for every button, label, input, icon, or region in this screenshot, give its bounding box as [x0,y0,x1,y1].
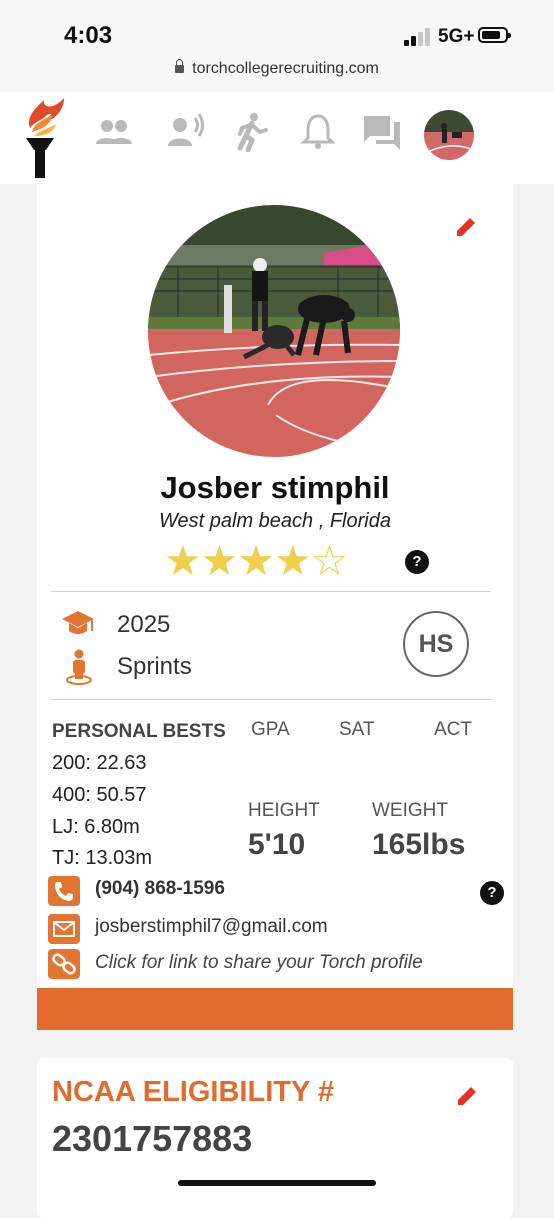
people-icon[interactable] [94,112,134,152]
network-label: 5G+ [438,26,475,47]
divider [51,591,491,592]
url-bar[interactable]: torchcollegerecruiting.com [0,59,554,78]
chat-icon[interactable] [362,112,402,152]
recruiter-voice-icon[interactable] [166,112,206,152]
grad-year: 2025 [117,611,171,638]
gpa-label: GPA [251,719,290,740]
share-profile-link[interactable]: Click for link to share your Torch profi… [95,952,423,974]
card-footer-bar [37,988,513,1030]
torch-logo-icon[interactable] [20,94,70,180]
ncaa-card: NCAA ELIGIBILITY # 2301757883 [37,1058,513,1218]
email-address[interactable]: josberstimphil7@gmail.com [95,916,328,938]
personal-best-item: TJ: 13.03m [52,847,153,869]
edit-pencil-icon[interactable] [454,215,478,239]
phone-number[interactable]: (904) 868-1596 [95,878,225,900]
event: Sprints [117,653,192,680]
grad-year-row: 2025 [61,607,261,643]
top-nav [0,92,554,184]
personal-best-item: 400: 50.57 [52,784,147,806]
event-row: Sprints [61,649,261,685]
url-text: torchcollegerecruiting.com [192,60,379,77]
running-icon[interactable] [232,112,272,152]
athlete-pin-icon [66,649,92,685]
weight-value: 165lbs [372,828,466,861]
signal-icon [404,28,432,46]
athlete-name: Josber stimphil [160,470,390,505]
star-rating: ★★★★☆ [164,537,348,584]
phone-icon[interactable] [48,876,80,906]
profile-photo [148,205,400,457]
height-value: 5'10 [248,828,306,861]
ncaa-title: NCAA ELIGIBILITY # [52,1076,334,1108]
bell-icon[interactable] [298,112,338,152]
weight-label: WEIGHT [372,800,448,821]
status-bar: 4:03 5G+ torchcollegerecruiting.com [0,0,554,93]
level-badge: HS [403,611,469,677]
height-label: HEIGHT [248,800,320,821]
home-indicator[interactable] [178,1180,376,1186]
battery-icon [478,27,511,43]
email-icon[interactable] [48,914,80,944]
sat-label: SAT [339,719,375,740]
divider [51,699,491,700]
clock: 4:03 [64,22,113,49]
ncaa-number: 2301757883 [52,1118,253,1159]
profile-avatar[interactable] [424,110,474,160]
link-icon[interactable] [48,949,80,979]
contact-help-icon[interactable]: ? [480,881,504,905]
personal-best-item: LJ: 6.80m [52,816,140,838]
edit-pencil-icon[interactable] [455,1084,479,1108]
rating-help-icon[interactable]: ? [405,550,429,574]
act-label: ACT [434,719,472,740]
athlete-location: West palm beach , Florida [159,510,391,532]
personal-best-item: 200: 22.63 [52,752,147,774]
graduation-cap-icon [62,611,94,634]
profile-card: Josber stimphil West palm beach , Florid… [37,184,513,1030]
personal-bests-title: PERSONAL BESTS [52,721,226,742]
lock-icon [175,59,185,73]
